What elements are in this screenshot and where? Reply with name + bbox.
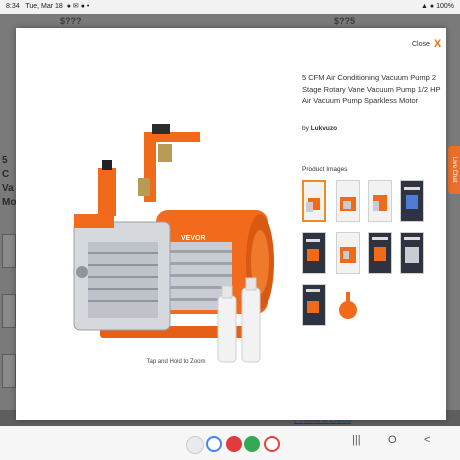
thumb-pump-image [373,195,387,211]
thumb-pump-image [306,198,320,212]
oil-bottle [217,295,237,363]
home-button[interactable]: O [388,434,397,446]
product-images-label: Product Images [302,166,348,173]
zoom-hint: Tap and Hold to Zoom [146,359,206,365]
close-button[interactable]: Close X [412,38,441,50]
notification-icons: ● ✉ ● • [66,3,90,10]
main-product-image[interactable]: VEVOR [60,82,280,374]
live-chat-tab[interactable]: Live Chat [448,146,460,194]
thumb-pump-image [339,292,357,319]
bg-price-right: $??5 [334,16,356,26]
by-prefix: by [302,125,309,132]
navigation-bar: ||| O < [0,426,460,460]
thumb-pump-image [404,237,420,263]
screen-recorder-icon[interactable] [226,436,242,452]
brand-label: VEVOR [181,235,206,242]
bg-price-left: $??? [60,16,82,26]
thumb-pump-image [372,237,388,261]
thumbnail-5[interactable] [302,232,326,274]
carry-handle [144,132,200,202]
thumb-pump-image [340,247,356,263]
bg-thumb [2,354,16,388]
thumbnail-6[interactable] [336,232,360,274]
bg-thumb [2,234,16,268]
valve-knob [152,124,170,134]
status-date: Tue, Mar 18 [25,3,63,10]
signal-icons: ▲ ● [421,3,435,10]
product-title: 5 CFM Air Conditioning Vacuum Pump 2 Sta… [302,73,441,105]
thumbnail-3[interactable] [368,180,392,222]
brand-name[interactable]: Lukvuzo [311,125,337,132]
thumb-pump-image [306,239,320,261]
oil-bottle [241,287,261,363]
brass-fitting [158,144,172,162]
recents-button[interactable]: ||| [352,434,361,446]
thumb-pump-image [306,289,320,313]
thumb-pump-image [404,187,420,209]
status-bar: 8:34 Tue, Mar 18 ● ✉ ● • ▲ ● 100% [0,0,460,14]
byline: by Lukvuzo [302,125,337,132]
thumbnail-4[interactable] [400,180,424,222]
google-app-icon[interactable] [206,436,222,452]
status-right: ▲ ● 100% [421,0,454,14]
close-icon: X [433,38,442,50]
thumbnail-1[interactable] [302,180,326,222]
thumbnail-9[interactable] [302,284,326,326]
thumbnail-10[interactable] [336,284,360,326]
close-label: Close [412,41,430,48]
back-button[interactable]: < [424,434,430,446]
thumbnail-2[interactable] [336,180,360,222]
thumbnail-7[interactable] [368,232,392,274]
app-launcher-icon[interactable] [186,436,204,454]
chrome-icon[interactable] [244,436,260,452]
bg-thumb [2,294,16,328]
battery-level: 100% [436,3,454,10]
product-image-modal: Close X VEVOR Tap and Hold to Zoom 5 CFM… [16,28,446,420]
thumb-pump-image [340,197,356,211]
sight-glass [76,266,88,278]
exhaust-cap [98,168,116,216]
google-search-icon[interactable] [264,436,280,452]
status-time: 8:34 [6,3,20,10]
status-left: 8:34 Tue, Mar 18 ● ✉ ● • [6,0,89,14]
live-chat-label: Live Chat [451,157,457,183]
pump-cap [74,214,114,228]
bg-side-title: 5 C Va Mo [2,155,17,208]
thumbnail-8[interactable] [400,232,424,274]
